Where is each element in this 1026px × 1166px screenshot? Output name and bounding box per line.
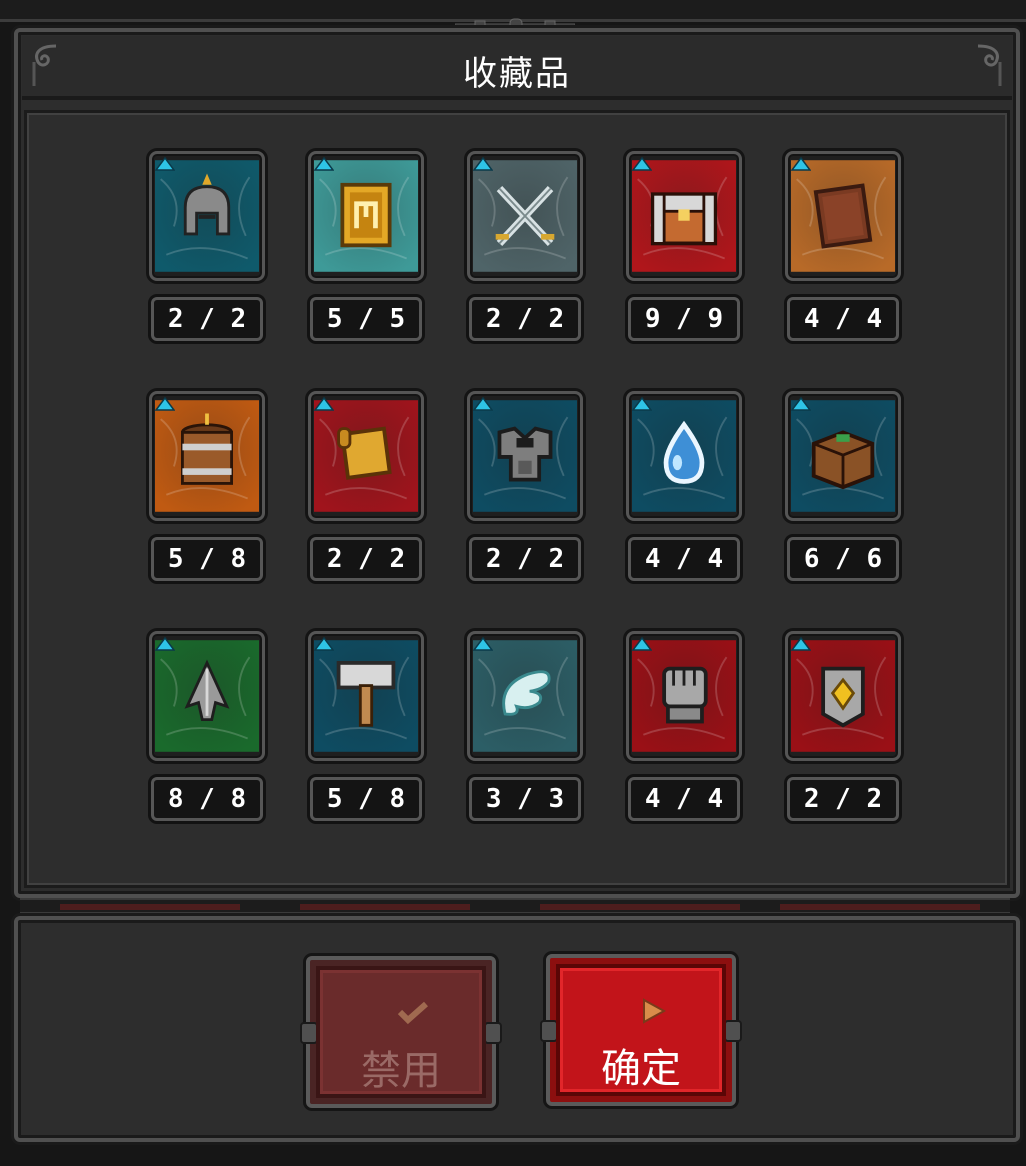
iron-chestplate-icon (473, 400, 577, 512)
collectible-item[interactable]: 4 / 4 (626, 631, 742, 827)
collectible-count: 4 / 4 (628, 777, 740, 821)
war-hammer-icon (314, 640, 418, 752)
scroll-icon (314, 400, 418, 512)
angel-wing-icon (473, 640, 577, 752)
title-bar: 收藏品 (22, 36, 1012, 100)
collectible-item[interactable]: 4 / 4 (626, 391, 742, 587)
powder-barrel-icon (155, 400, 259, 512)
collectible-count: 5 / 8 (310, 777, 422, 821)
collectible-count: 9 / 9 (628, 297, 740, 341)
play-arrow-icon (643, 998, 667, 1024)
collectible-item[interactable]: 3 / 3 (467, 631, 583, 827)
collectible-card[interactable] (149, 151, 265, 281)
level-marker-icon (632, 397, 652, 411)
water-drop-icon (632, 400, 736, 512)
knight-helmet-icon (155, 160, 259, 272)
confirm-button[interactable]: 确定 (540, 954, 742, 1106)
treasure-chest-icon (632, 160, 736, 272)
collectible-count: 2 / 2 (469, 537, 581, 581)
collectible-card[interactable] (308, 391, 424, 521)
level-marker-icon (473, 397, 493, 411)
action-panel: 禁用 确定 (14, 916, 1020, 1142)
collectible-item[interactable]: 8 / 8 (149, 631, 265, 827)
level-marker-icon (155, 157, 175, 171)
collectible-item[interactable]: 4 / 4 (785, 151, 901, 347)
collectible-item[interactable]: 5 / 5 (308, 151, 424, 347)
corner-scroll-icon (977, 44, 1002, 86)
collectible-item[interactable]: 2 / 2 (308, 391, 424, 587)
leather-book-icon (791, 160, 895, 272)
collectible-card[interactable] (308, 631, 424, 761)
collectibles-grid: 2 / 2 5 / 5 2 / 2 9 / 9 4 / 4 5 / 8 2 / 2 2 / 2… (24, 110, 1010, 888)
collectible-count: 3 / 3 (469, 777, 581, 821)
collectible-count: 2 / 2 (469, 297, 581, 341)
collectible-card[interactable] (785, 151, 901, 281)
collectible-item[interactable]: 2 / 2 (149, 151, 265, 347)
level-marker-icon (155, 637, 175, 651)
gold-rune-card-icon (314, 160, 418, 272)
collectible-count: 6 / 6 (787, 537, 899, 581)
collectible-card[interactable] (626, 391, 742, 521)
collectible-count: 2 / 2 (787, 777, 899, 821)
collection-panel: 收藏品 2 / 25 / 52 / 29 / 94 / 45 / 82 / 22… (14, 28, 1020, 898)
disable-button-label: 禁用 (361, 1048, 441, 1094)
level-marker-icon (314, 157, 334, 171)
section-divider (20, 898, 1010, 914)
crossed-swords-icon (473, 160, 577, 272)
collectible-item[interactable]: 9 / 9 (626, 151, 742, 347)
gem-shield-icon (791, 640, 895, 752)
level-marker-icon (314, 397, 334, 411)
level-marker-icon (632, 637, 652, 651)
wooden-crate-icon (791, 400, 895, 512)
disable-button[interactable]: 禁用 (300, 956, 502, 1108)
collectible-card[interactable] (149, 391, 265, 521)
level-marker-icon (473, 157, 493, 171)
arrowhead-icon (155, 640, 259, 752)
page-title: 收藏品 (463, 54, 571, 94)
collection-screen: 收藏品 2 / 25 / 52 / 29 / 94 / 45 / 82 / 22… (0, 0, 1026, 1166)
collectible-card[interactable] (626, 631, 742, 761)
level-marker-icon (155, 397, 175, 411)
level-marker-icon (791, 157, 811, 171)
collectible-item[interactable]: 2 / 2 (467, 391, 583, 587)
collectible-card[interactable] (785, 391, 901, 521)
collectible-card[interactable] (626, 151, 742, 281)
level-marker-icon (632, 157, 652, 171)
collectible-item[interactable]: 2 / 2 (467, 151, 583, 347)
collectible-card[interactable] (785, 631, 901, 761)
level-marker-icon (473, 637, 493, 651)
collectible-item[interactable]: 6 / 6 (785, 391, 901, 587)
button-knob (724, 1020, 742, 1042)
confirm-button-label: 确定 (601, 1046, 681, 1092)
collectible-card[interactable] (308, 151, 424, 281)
collectible-count: 2 / 2 (151, 297, 263, 341)
collectible-card[interactable] (467, 391, 583, 521)
collectible-item[interactable]: 5 / 8 (149, 391, 265, 587)
collectible-count: 5 / 5 (310, 297, 422, 341)
collectible-count: 4 / 4 (628, 537, 740, 581)
collectible-item[interactable]: 2 / 2 (785, 631, 901, 827)
collectible-item[interactable]: 5 / 8 (308, 631, 424, 827)
collectible-count: 2 / 2 (310, 537, 422, 581)
button-knob (484, 1022, 502, 1044)
level-marker-icon (791, 397, 811, 411)
collectible-count: 8 / 8 (151, 777, 263, 821)
collectible-card[interactable] (467, 151, 583, 281)
level-marker-icon (314, 637, 334, 651)
iron-fist-icon (632, 640, 736, 752)
checkmark-icon (397, 1001, 428, 1025)
level-marker-icon (791, 637, 811, 651)
collectible-count: 4 / 4 (787, 297, 899, 341)
collectible-count: 5 / 8 (151, 537, 263, 581)
collectible-card[interactable] (467, 631, 583, 761)
collectible-card[interactable] (149, 631, 265, 761)
